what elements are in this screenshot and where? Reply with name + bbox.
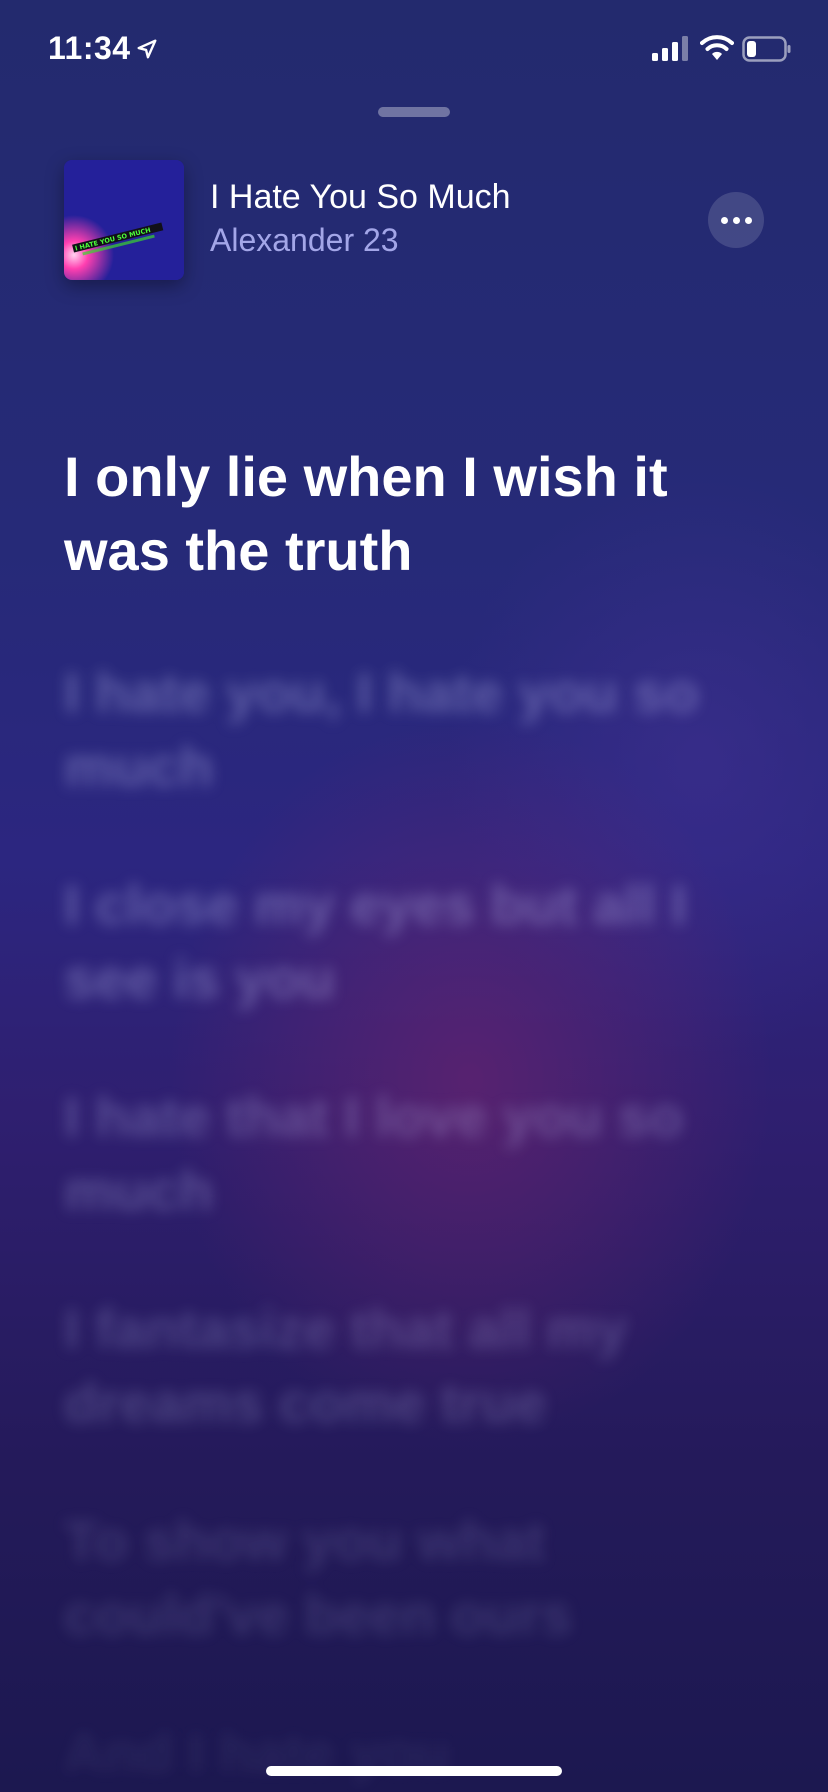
wifi-icon xyxy=(700,35,734,60)
lyrics-screen: 11:34 I HATE YOU SO MUCH I Hate You So M… xyxy=(0,0,828,1792)
song-title: I Hate You So Much xyxy=(210,178,511,216)
album-artwork-image: I HATE YOU SO MUCH xyxy=(64,160,184,280)
lyric-line[interactable]: I close my eyes but all I see is you xyxy=(64,868,764,1016)
more-options-button[interactable] xyxy=(708,192,764,248)
home-indicator[interactable] xyxy=(266,1766,562,1776)
lyric-line[interactable]: And I hate you xyxy=(64,1716,764,1790)
location-arrow-icon xyxy=(137,39,157,59)
lyric-line-active[interactable]: I only lie when I wish it was the truth xyxy=(64,440,764,588)
battery-icon xyxy=(742,36,791,62)
lyric-line[interactable]: I fantasize that all my dreams come true xyxy=(64,1292,764,1440)
status-bar: 11:34 xyxy=(0,0,828,100)
status-time: 11:34 xyxy=(48,30,131,66)
cellular-signal-icon xyxy=(652,36,688,61)
artist-name[interactable]: Alexander 23 xyxy=(210,222,399,259)
sheet-grabber[interactable] xyxy=(378,107,450,117)
lyric-line[interactable]: I hate you, I hate you so much xyxy=(64,656,764,804)
lyric-line[interactable]: I hate that I love you so much xyxy=(64,1080,764,1228)
album-artwork[interactable]: I HATE YOU SO MUCH xyxy=(64,160,184,280)
lyrics-list[interactable]: I only lie when I wish it was the truth … xyxy=(64,440,784,1792)
lyric-line[interactable]: To show you what could've been ours xyxy=(64,1504,764,1652)
ellipsis-icon xyxy=(718,216,754,224)
